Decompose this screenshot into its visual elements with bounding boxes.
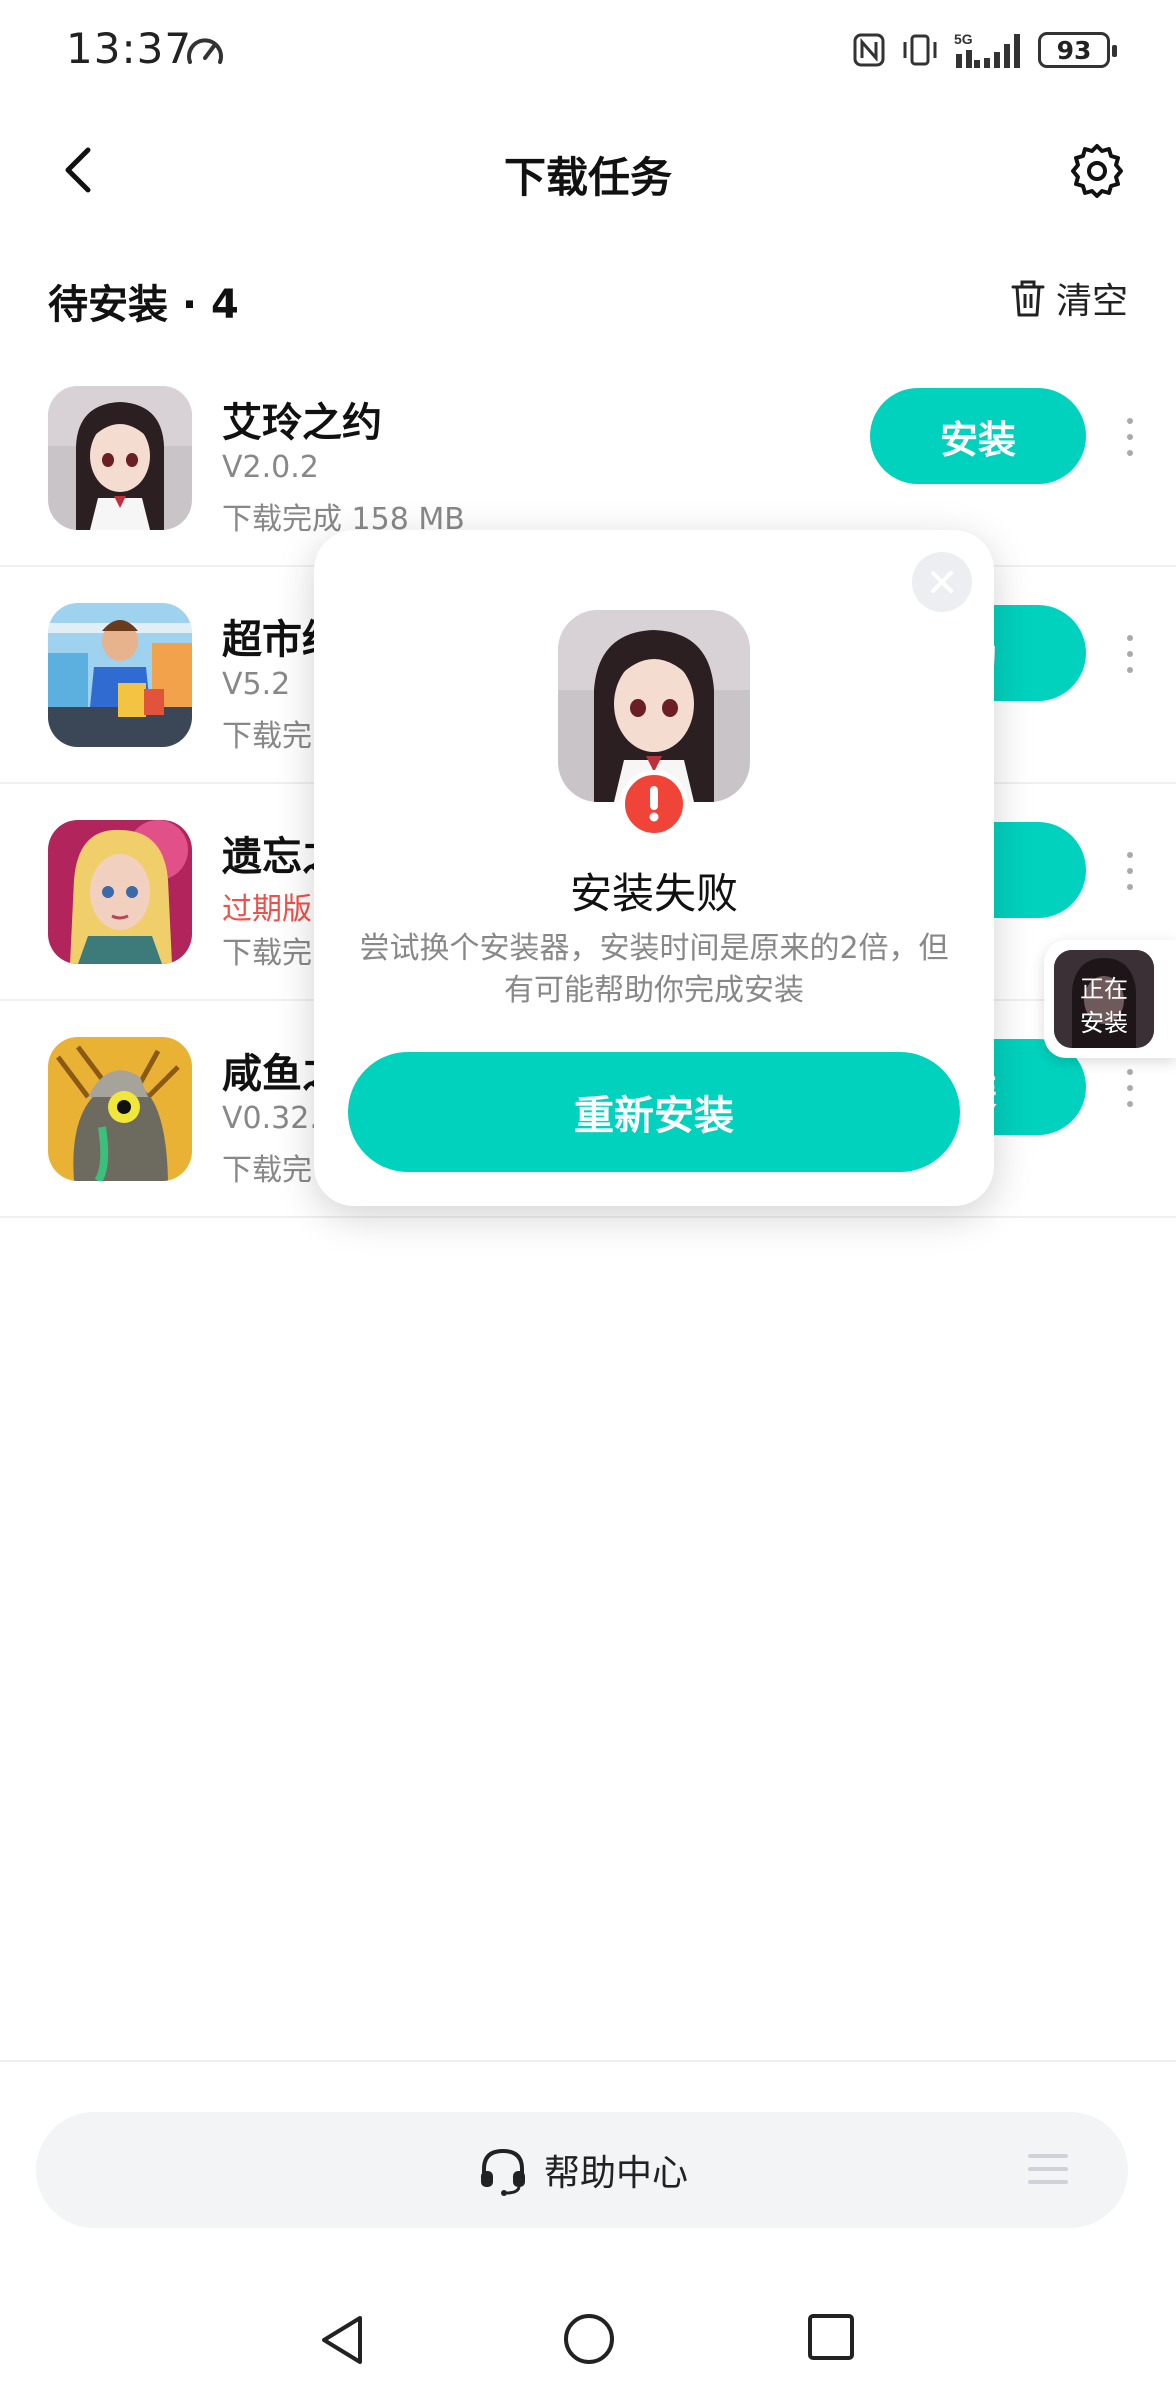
app-icon-salted-fish xyxy=(48,1037,192,1181)
dialog-description-line2: 有可能帮助你完成安装 xyxy=(504,973,804,1008)
installing-app-thumbnail: 正在 安装 xyxy=(1054,950,1154,1048)
app-status: 下载完 xyxy=(222,936,312,971)
install-failed-dialog: 安装失败 尝试换个安装器，安装时间是原来的2倍，但 有可能帮助你完成安装 重新安… xyxy=(314,530,994,1206)
app-version: V5.2 xyxy=(222,667,291,702)
signal-5g-icon: 5G xyxy=(954,31,1020,68)
exclamation-icon xyxy=(649,786,659,822)
more-vertical-icon[interactable] xyxy=(1122,412,1138,462)
clear-button[interactable]: 清空 xyxy=(1010,272,1128,324)
installing-label-line1: 正在 xyxy=(1080,975,1128,1003)
speedometer-icon xyxy=(187,38,223,64)
battery-indicator: 93 xyxy=(1038,32,1117,68)
dialog-title: 安装失败 xyxy=(569,869,738,918)
help-center-label: 帮助中心 xyxy=(543,2153,688,2194)
headset-icon xyxy=(480,2148,525,2196)
clear-label: 清空 xyxy=(1055,281,1128,322)
close-icon xyxy=(931,571,953,593)
trash-icon xyxy=(1011,280,1045,317)
download-tasks-screen: 13:37 5G 93 下载任务 待安装 · 4 清空 艾玲之约 V2.0.2 … xyxy=(0,0,1176,2400)
menu-icon[interactable] xyxy=(1028,2152,1068,2186)
app-status: 下载完 xyxy=(222,719,312,754)
app-icon-ailing xyxy=(48,386,192,530)
status-time: 13:37 xyxy=(66,24,193,73)
page-title: 下载任务 xyxy=(503,153,672,202)
bottom-divider xyxy=(0,2060,1176,2062)
help-center-button[interactable]: 帮助中心 xyxy=(36,2112,1128,2228)
status-indicators: 5G 93 xyxy=(852,26,1117,74)
dialog-description-line1: 尝试换个安装器，安装时间是原来的2倍，但 xyxy=(359,931,949,966)
svg-text:5G: 5G xyxy=(954,31,973,47)
more-vertical-icon[interactable] xyxy=(1122,1063,1138,1113)
error-badge xyxy=(620,770,688,838)
nav-recent-apps-icon[interactable] xyxy=(806,2312,856,2362)
app-version: V2.0.2 xyxy=(222,450,319,485)
nav-back-icon[interactable] xyxy=(316,2312,368,2368)
vibrate-icon xyxy=(903,34,937,66)
more-vertical-icon[interactable] xyxy=(1122,629,1138,679)
dialog-description: 尝试换个安装器，安装时间是原来的2倍，但 有可能帮助你完成安装 xyxy=(354,928,954,1012)
nav-home-icon[interactable] xyxy=(562,2312,616,2366)
system-nav-bar xyxy=(0,2290,1176,2400)
app-header: 下载任务 xyxy=(0,120,1176,220)
more-vertical-icon[interactable] xyxy=(1122,846,1138,896)
app-version-expired: 过期版 xyxy=(222,892,312,927)
nfc-icon xyxy=(853,33,885,67)
pending-install-count: 待安装 · 4 xyxy=(48,282,239,328)
app-icon-supermarket xyxy=(48,603,192,747)
installing-label-line2: 安装 xyxy=(1080,1009,1128,1037)
app-status: 下载完 xyxy=(222,1153,312,1188)
gear-icon[interactable] xyxy=(1068,142,1126,200)
help-bar: 帮助中心 xyxy=(36,2112,1128,2228)
close-button[interactable] xyxy=(912,552,972,612)
app-icon-forgotten xyxy=(48,820,192,964)
status-bar: 13:37 5G 93 xyxy=(0,0,1176,100)
installing-floating-widget[interactable]: 正在 安装 xyxy=(1044,940,1176,1058)
installing-label: 正在 安装 xyxy=(1054,972,1154,1040)
reinstall-button[interactable]: 重新安装 xyxy=(348,1052,960,1172)
app-name: 艾玲之约 xyxy=(222,400,382,446)
install-button[interactable]: 安装 xyxy=(870,388,1086,484)
